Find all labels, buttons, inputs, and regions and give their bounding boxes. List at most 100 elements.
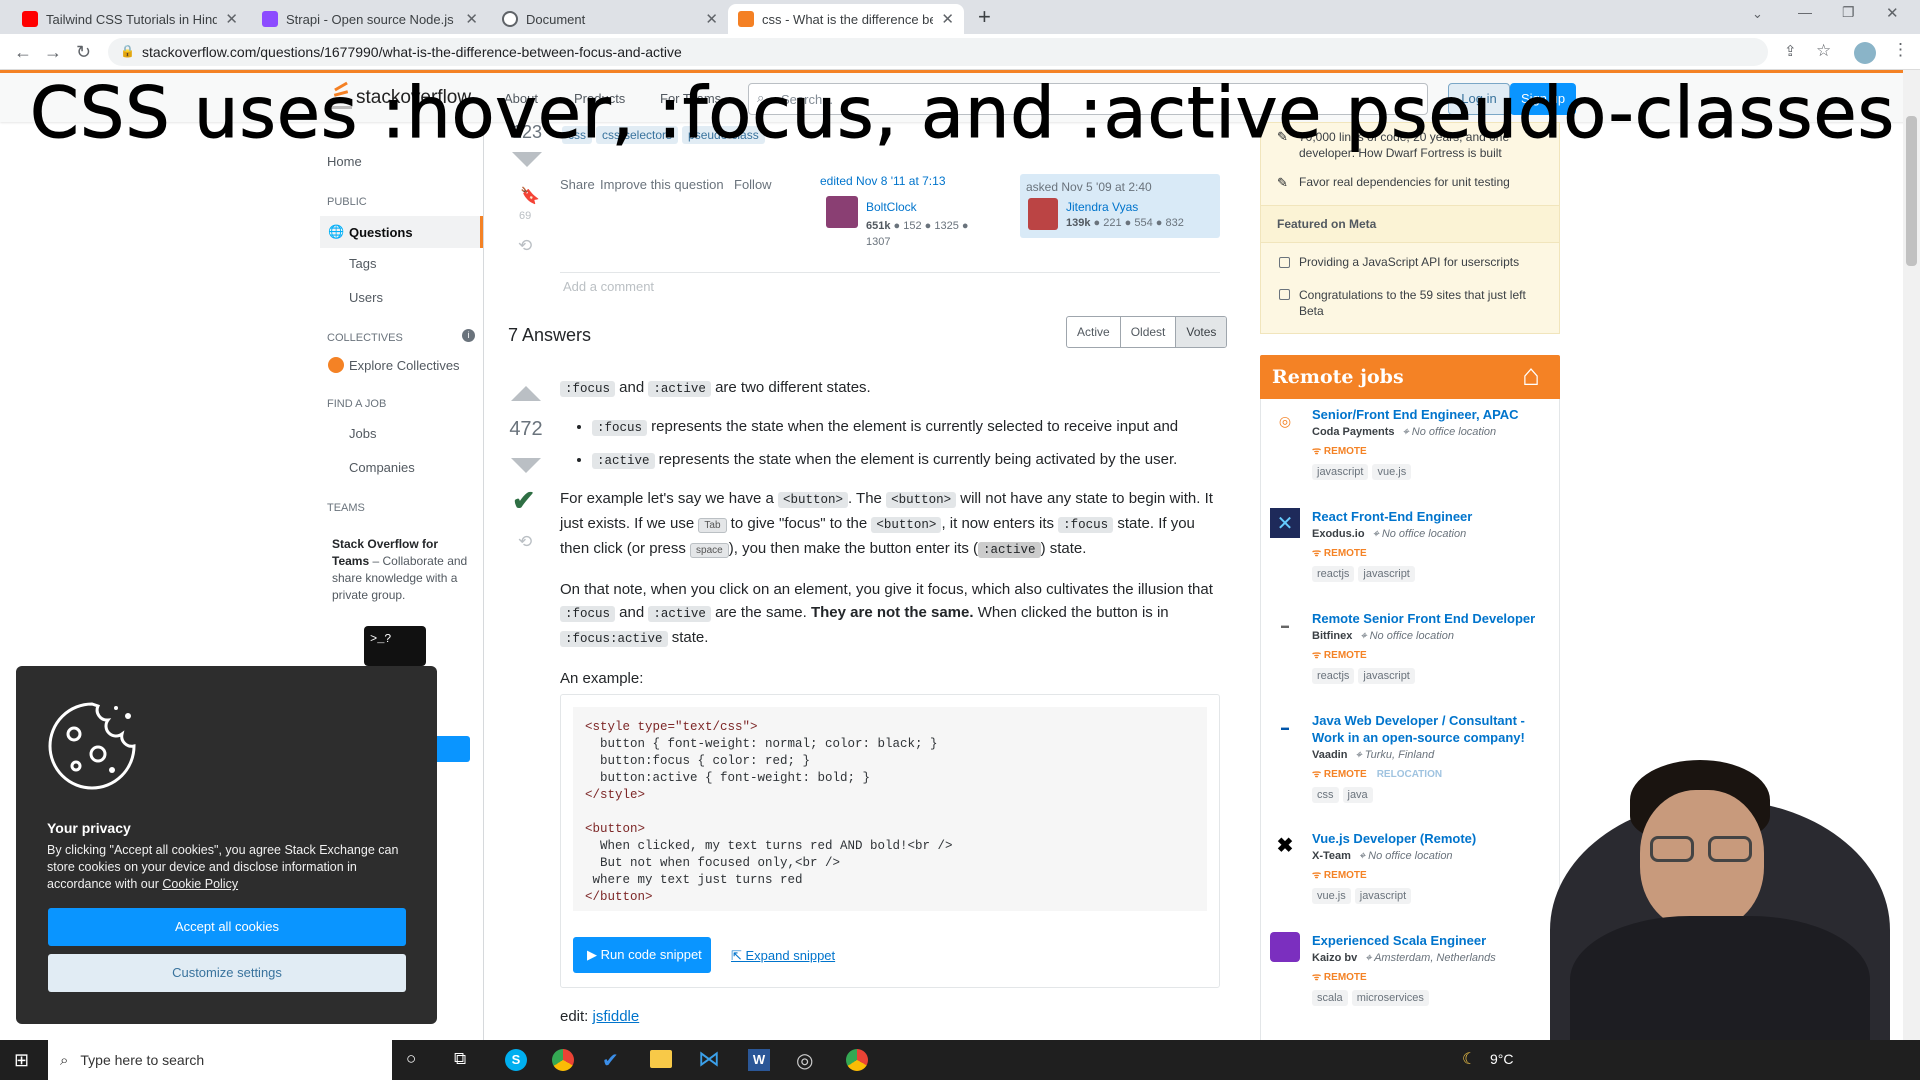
tag[interactable]: javascript [1358, 566, 1415, 582]
sidebar-item-questions[interactable]: 🌐 Questions [320, 216, 483, 248]
info-icon[interactable]: i [462, 329, 475, 342]
job-title[interactable]: Remote Senior Front End Developer [1312, 610, 1552, 627]
avatar[interactable] [1028, 198, 1058, 230]
sidebar-item-tags[interactable]: Tags [349, 256, 376, 271]
upvote-arrow-icon[interactable] [511, 386, 541, 401]
close-tab-icon[interactable]: ✕ [465, 10, 478, 28]
sort-oldest-button[interactable]: Oldest [1121, 317, 1177, 347]
scrollbar-thumb[interactable] [1906, 116, 1917, 266]
close-tab-icon[interactable]: ✕ [941, 10, 954, 28]
meta-link[interactable]: Providing a JavaScript API for userscrip… [1299, 255, 1519, 269]
remote-jobs-title: Remote jobs [1272, 366, 1404, 388]
avatar[interactable] [826, 196, 858, 228]
job-title[interactable]: React Front-End Engineer [1312, 508, 1552, 525]
tag[interactable]: reactjs [1312, 566, 1355, 582]
url-field[interactable]: 🔒 stackoverflow.com/questions/1677990/wh… [108, 38, 1768, 66]
sidebar-item-companies[interactable]: Companies [349, 460, 415, 475]
job-title[interactable]: Java Web Developer / Consultant - Work i… [1312, 712, 1552, 746]
chrome-icon[interactable] [552, 1049, 574, 1071]
list-item: :focus represents the state when the ele… [592, 411, 1220, 444]
jsfiddle-link[interactable]: jsfiddle [593, 1008, 640, 1025]
answer-paragraph: :focus and :active are two different sta… [560, 376, 1220, 401]
follow-link[interactable]: Follow [734, 177, 772, 192]
browser-tab[interactable]: Document ✕ [492, 4, 728, 34]
remote-wifi-icon: ᯤ [1312, 972, 1324, 983]
customize-settings-button[interactable]: Customize settings [48, 954, 406, 992]
accept-cookies-button[interactable]: Accept all cookies [48, 908, 406, 946]
tab-search-icon[interactable]: ⌄ [1752, 6, 1763, 22]
history-icon[interactable]: ⟲ [518, 532, 532, 552]
downvote-arrow-icon[interactable] [511, 458, 541, 473]
obs-icon[interactable]: ◎ [796, 1048, 813, 1073]
share-link[interactable]: Share [560, 177, 595, 192]
forward-icon[interactable]: → [44, 42, 62, 63]
tag[interactable]: scala [1312, 990, 1348, 1006]
job-listing[interactable]: Remote Senior Front End Developer Bitfin… [1312, 610, 1552, 684]
job-title[interactable]: Experienced Scala Engineer [1312, 932, 1552, 949]
restore-icon[interactable]: ❐ [1842, 4, 1855, 21]
vscode-icon[interactable]: ⋈ [698, 1046, 720, 1072]
job-listing[interactable]: Java Web Developer / Consultant - Work i… [1312, 712, 1552, 803]
new-tab-icon[interactable]: + [978, 4, 991, 30]
share-icon[interactable]: ⇪ [1784, 42, 1797, 60]
asker-name[interactable]: Jitendra Vyas [1066, 200, 1138, 214]
tag[interactable]: css [1312, 787, 1339, 803]
location-pin-icon: ⌖ [1402, 426, 1412, 438]
browser-tab-active[interactable]: css - What is the difference betw ✕ [728, 4, 964, 34]
menu-icon[interactable]: ⋮ [1892, 40, 1909, 60]
improve-question-link[interactable]: Improve this question [600, 177, 724, 192]
minimize-icon[interactable]: — [1798, 4, 1812, 20]
sidebar-item-jobs[interactable]: Jobs [349, 426, 376, 441]
editor-name[interactable]: BoltClock [866, 200, 917, 214]
answer-vote-count: 472 [509, 418, 543, 440]
todo-icon[interactable]: ✔ [602, 1048, 619, 1073]
tag[interactable]: javascript [1354, 888, 1412, 904]
edited-time[interactable]: edited Nov 8 '11 at 7:13 [820, 174, 990, 188]
chrome-icon[interactable] [846, 1049, 868, 1071]
reload-icon[interactable]: ↻ [76, 42, 91, 63]
profile-avatar[interactable] [1854, 42, 1876, 64]
browser-tab[interactable]: Tailwind CSS Tutorials in Hindi - Y ✕ [12, 4, 248, 34]
job-title[interactable]: Vue.js Developer (Remote) [1312, 830, 1552, 847]
file-explorer-icon[interactable] [650, 1050, 672, 1068]
meta-link[interactable]: Congratulations to the 59 sites that jus… [1299, 287, 1539, 319]
add-comment-link[interactable]: Add a comment [563, 279, 654, 294]
blog-link[interactable]: Favor real dependencies for unit testing [1299, 175, 1510, 189]
close-tab-icon[interactable]: ✕ [705, 10, 718, 28]
job-title[interactable]: Senior/Front End Engineer, APAC [1312, 406, 1552, 423]
sidebar-item-home[interactable]: Home [327, 154, 362, 169]
word-icon[interactable]: W [748, 1049, 770, 1071]
taskbar-search-input[interactable]: ⌕ Type here to search [48, 1040, 392, 1080]
back-icon[interactable]: ← [14, 42, 32, 63]
close-window-icon[interactable]: ✕ [1886, 4, 1899, 22]
bookmark-star-icon[interactable]: ☆ [1816, 41, 1831, 61]
close-tab-icon[interactable]: ✕ [225, 10, 238, 28]
sidebar-item-users[interactable]: Users [349, 290, 383, 305]
sidebar-item-explore-collectives[interactable]: Explore Collectives [349, 358, 460, 373]
job-listing[interactable]: React Front-End Engineer Exodus.io ⌖ No o… [1312, 508, 1552, 582]
history-icon[interactable]: ⟲ [518, 236, 532, 256]
tag[interactable]: java [1342, 787, 1373, 803]
job-listing[interactable]: Senior/Front End Engineer, APAC Coda Pay… [1312, 406, 1552, 480]
bookmark-icon[interactable]: 🔖 [520, 186, 540, 206]
job-listing[interactable]: Experienced Scala Engineer Kaizo bv ⌖ Ams… [1312, 932, 1552, 1006]
tag[interactable]: microservices [1351, 990, 1429, 1006]
tag[interactable]: javascript [1358, 668, 1415, 684]
job-listing[interactable]: Vue.js Developer (Remote) X-Team ⌖ No off… [1312, 830, 1552, 904]
tag[interactable]: reactjs [1312, 668, 1355, 684]
page-scrollbar[interactable] [1903, 70, 1920, 1040]
run-snippet-button[interactable]: ▶ Run code snippet [573, 937, 711, 973]
skype-icon[interactable]: S [505, 1049, 527, 1071]
cortana-icon[interactable]: ○ [406, 1049, 416, 1069]
tag[interactable]: vue.js [1372, 464, 1412, 480]
sort-active-button[interactable]: Active [1067, 317, 1121, 347]
task-view-icon[interactable]: ⧉ [454, 1049, 466, 1069]
downvote-arrow-icon[interactable] [512, 152, 542, 167]
tag[interactable]: vue.js [1312, 888, 1351, 904]
sort-votes-button[interactable]: Votes [1176, 317, 1227, 347]
expand-snippet-link[interactable]: ⇱ Expand snippet [731, 948, 835, 964]
tag[interactable]: javascript [1312, 464, 1369, 480]
browser-tab[interactable]: Strapi - Open source Node.js He ✕ [252, 4, 488, 34]
windows-start-icon[interactable]: ⊞ [14, 1050, 29, 1071]
cookie-policy-link[interactable]: Cookie Policy [162, 877, 238, 891]
